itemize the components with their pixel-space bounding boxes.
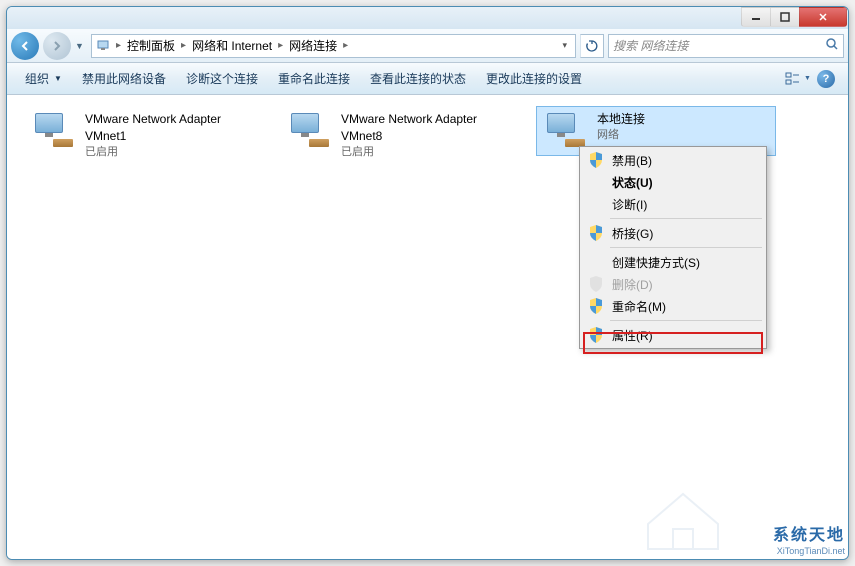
address-bar[interactable]: ▸ 控制面板 ▸ 网络和 Internet ▸ 网络连接 ▸ ▾ [91,34,576,58]
menu-properties[interactable]: 属性(R) [582,324,764,346]
organize-menu[interactable]: 组织▼ [15,66,72,91]
view-options-button[interactable]: ▼ [784,67,812,91]
command-toolbar: 组织▼ 禁用此网络设备 诊断这个连接 重命名此连接 查看此连接的状态 更改此连接… [7,63,848,95]
adapter-vmnet8[interactable]: VMware Network Adapter VMnet8 已启用 [281,107,521,164]
network-adapter-icon [285,111,333,151]
menu-disable[interactable]: 禁用(B) [582,149,764,171]
titlebar[interactable] [7,7,848,29]
window-controls [742,7,847,27]
refresh-button[interactable] [580,34,604,58]
help-icon: ? [817,70,835,88]
help-button[interactable]: ? [812,67,840,91]
breadcrumb-separator[interactable]: ▸ [341,40,350,51]
menu-bridge[interactable]: 桥接(G) [582,222,764,244]
adapter-info: VMware Network Adapter VMnet8 已启用 [341,111,517,160]
search-icon[interactable] [825,37,839,54]
close-button[interactable] [799,7,847,27]
decorative-house-icon [638,484,728,554]
change-settings-button[interactable]: 更改此连接的设置 [476,66,592,91]
context-menu: 禁用(B) 状态(U) 诊断(I) 桥接(G) 创建快捷方式(S) 删除(D) … [579,146,767,349]
shield-icon [588,327,604,343]
watermark: 系统天地 XiTongTianDi.net [773,526,845,558]
search-input[interactable] [613,39,825,53]
address-dropdown[interactable]: ▾ [556,40,573,51]
shield-icon [588,298,604,314]
history-dropdown[interactable]: ▼ [75,41,87,51]
menu-separator [610,218,762,219]
network-adapter-icon [541,111,589,151]
adapter-info: VMware Network Adapter VMnet1 已启用 [85,111,261,160]
menu-create-shortcut[interactable]: 创建快捷方式(S) [582,251,764,273]
diagnose-button[interactable]: 诊断这个连接 [176,66,268,91]
network-adapter-icon [29,111,77,151]
breadcrumb: ▸ 控制面板 ▸ 网络和 Internet ▸ 网络连接 ▸ [114,35,350,57]
rename-button[interactable]: 重命名此连接 [268,66,360,91]
menu-delete: 删除(D) [582,273,764,295]
menu-separator [610,247,762,248]
breadcrumb-network-connections[interactable]: 网络连接 [285,35,341,57]
adapter-info: 本地连接 网络 [597,111,771,143]
breadcrumb-separator[interactable]: ▸ [276,40,285,51]
back-button[interactable] [11,32,39,60]
minimize-button[interactable] [741,7,771,27]
view-status-button[interactable]: 查看此连接的状态 [360,66,476,91]
menu-rename[interactable]: 重命名(M) [582,295,764,317]
menu-diagnose[interactable]: 诊断(I) [582,193,764,215]
search-bar[interactable] [608,34,844,58]
menu-status[interactable]: 状态(U) [582,171,764,193]
breadcrumb-control-panel[interactable]: 控制面板 [123,35,179,57]
shield-icon [588,152,604,168]
adapter-vmnet1[interactable]: VMware Network Adapter VMnet1 已启用 [25,107,265,164]
navigation-bar: ▼ ▸ 控制面板 ▸ 网络和 Internet ▸ 网络连接 ▸ ▾ [7,29,848,63]
shield-icon [588,225,604,241]
disable-device-button[interactable]: 禁用此网络设备 [72,66,176,91]
breadcrumb-network-internet[interactable]: 网络和 Internet [188,35,276,57]
menu-separator [610,320,762,321]
maximize-button[interactable] [770,7,800,27]
breadcrumb-separator[interactable]: ▸ [179,40,188,51]
forward-button[interactable] [43,32,71,60]
location-icon [94,36,114,56]
shield-icon-disabled [588,276,604,292]
breadcrumb-separator[interactable]: ▸ [114,40,123,51]
